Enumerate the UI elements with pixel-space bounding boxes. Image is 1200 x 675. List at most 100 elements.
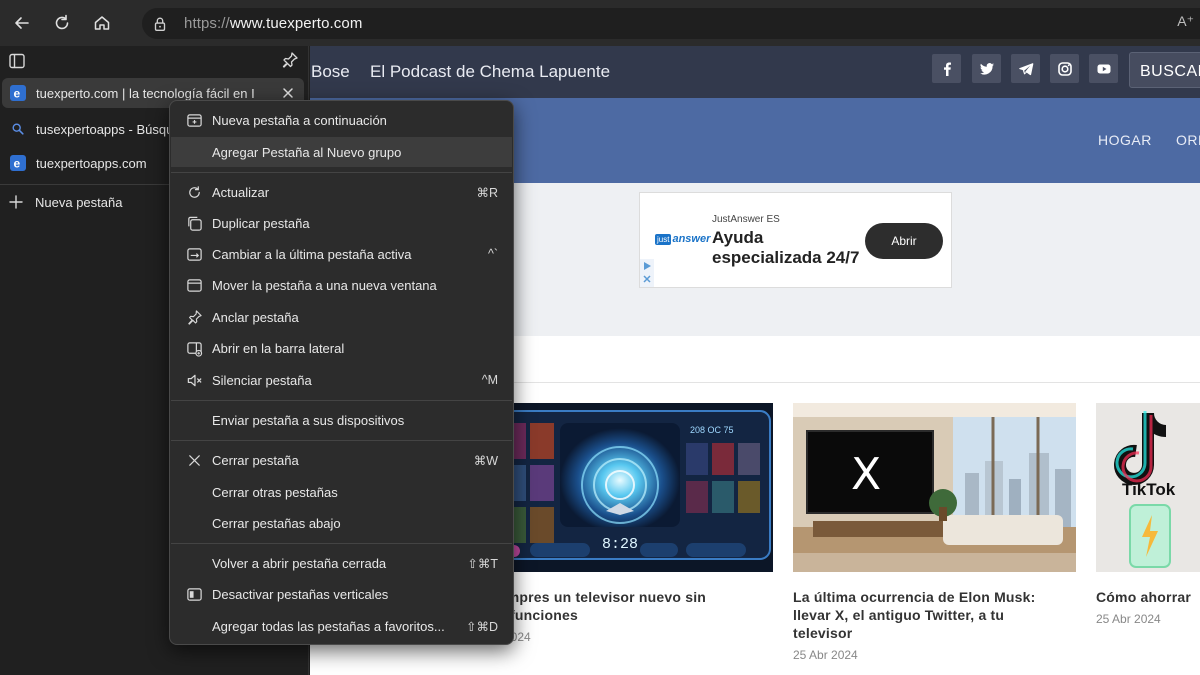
menu-item-shortcut: ^M xyxy=(481,373,498,387)
home-icon xyxy=(94,16,110,30)
pin-icon xyxy=(185,308,203,326)
menu-item-label: Actualizar xyxy=(212,184,270,200)
menu-item-label: Nueva pestaña a continuación xyxy=(212,112,387,128)
article-date: 25 Abr 2024 xyxy=(793,648,858,662)
article-date: br 2024 xyxy=(490,630,531,644)
site-top-bar: Bose El Podcast de Chema Lapuente BUSCAR xyxy=(310,46,1200,98)
sidebar-open-icon xyxy=(185,339,203,357)
duplicate-icon xyxy=(185,214,203,232)
tuexperto-favicon-icon: e xyxy=(10,155,26,171)
article-card[interactable]: 208 OC 75 8:28 compres un televisor nuev… xyxy=(490,403,773,644)
twitter-icon[interactable] xyxy=(972,54,1001,83)
menu-item-label: Duplicar pestaña xyxy=(212,215,310,231)
close-icon xyxy=(185,451,203,469)
justanswer-ad[interactable]: just answer JustAnswer ES Ayuda especiali… xyxy=(639,192,952,288)
svg-text:e: e xyxy=(14,87,21,101)
menu-separator xyxy=(171,172,512,173)
menu-item-pin-tab[interactable]: Anclar pestaña xyxy=(171,302,512,332)
tab-context-menu: Nueva pestaña a continuación Agregar Pes… xyxy=(169,100,514,645)
menu-item-label: Volver a abrir pestaña cerrada xyxy=(212,555,387,571)
menu-item-label: Enviar pestaña a sus dispositivos xyxy=(212,412,405,428)
refresh-icon xyxy=(185,183,203,201)
telegram-icon[interactable] xyxy=(1011,54,1040,83)
instagram-icon[interactable] xyxy=(1050,54,1079,83)
menu-item-add-all-to-favorites[interactable]: Agregar todas las pestañas a favoritos..… xyxy=(171,611,512,641)
new-tab-icon xyxy=(185,111,203,129)
menu-item-move-to-window[interactable]: Mover la pestaña a una nueva ventana xyxy=(171,270,512,300)
menu-item-shortcut: ⇧⌘D xyxy=(465,620,498,634)
menu-item-label: Anclar pestaña xyxy=(212,309,299,325)
adchoices-icon[interactable] xyxy=(640,259,654,287)
new-tab-button[interactable]: Nueva pestaña xyxy=(8,194,122,210)
refresh-icon xyxy=(55,14,69,30)
top-link-bose[interactable]: Bose xyxy=(311,62,350,82)
article-thumbnail[interactable]: TikTok xyxy=(1096,403,1200,572)
thumb-tv-time: 8:28 xyxy=(602,536,638,553)
lock-icon[interactable] xyxy=(146,10,174,38)
menu-item-label: Cambiar a la última pestaña activa xyxy=(212,246,412,262)
menu-item-label: Silenciar pestaña xyxy=(212,372,312,388)
tab-title: tuexperto.com | la tecnología fácil en I… xyxy=(36,85,254,101)
svg-text:e: e xyxy=(14,157,21,171)
ad-open-button[interactable]: Abrir xyxy=(865,223,943,259)
menu-item-label: Agregar Pestaña al Nuevo grupo xyxy=(212,144,402,160)
menu-item-shortcut: ⌘W xyxy=(473,454,498,468)
back-arrow-icon xyxy=(15,17,29,29)
search-favicon-icon xyxy=(10,121,26,137)
ad-headline: Ayuda especializada 24/7 xyxy=(712,228,860,267)
menu-item-shortcut: ⌘R xyxy=(476,186,498,200)
menu-item-close-tabs-below[interactable]: Cerrar pestañas abajo xyxy=(171,508,512,538)
article-thumbnail[interactable]: X xyxy=(793,403,1076,572)
thumb-tv-date: 208 OC 75 xyxy=(690,425,734,435)
article-title[interactable]: La última ocurrencia de Elon Musk: lleva… xyxy=(793,588,1076,642)
menu-item-label: Cerrar pestaña xyxy=(212,452,299,468)
window-icon xyxy=(185,276,203,294)
menu-item-label: Mover la pestaña a una nueva ventana xyxy=(212,277,437,293)
menu-item-label: Cerrar otras pestañas xyxy=(212,484,338,500)
menu-item-switch-last-tab[interactable]: Cambiar a la última pestaña activa ^` xyxy=(171,239,512,269)
vertical-tabs-icon xyxy=(185,585,203,603)
menu-item-open-sidebar[interactable]: Abrir en la barra lateral xyxy=(171,333,512,363)
article-card[interactable]: TikTok Cómo ahorrar 25 Abr 2024 xyxy=(1096,403,1200,626)
url-text[interactable]: https://www.tuexperto.com xyxy=(184,15,362,32)
facebook-icon[interactable] xyxy=(932,54,961,83)
menu-separator xyxy=(171,543,512,544)
top-link-podcast[interactable]: El Podcast de Chema Lapuente xyxy=(370,62,610,82)
menu-item-shortcut: ⇧⌘T xyxy=(467,557,498,571)
tab-actions-icon[interactable] xyxy=(8,52,26,70)
menu-item-close-tab[interactable]: Cerrar pestaña ⌘W xyxy=(171,445,512,475)
menu-separator xyxy=(171,400,512,401)
tuexperto-favicon-icon: e xyxy=(10,85,26,101)
menu-item-add-to-group[interactable]: Agregar Pestaña al Nuevo grupo xyxy=(171,137,512,167)
close-tab-icon[interactable] xyxy=(280,85,296,101)
menu-item-label: Cerrar pestañas abajo xyxy=(212,515,341,531)
browser-toolbar: https://www.tuexperto.com A⁺ xyxy=(0,0,1200,46)
menu-item-reopen-closed-tab[interactable]: Volver a abrir pestaña cerrada ⇧⌘T xyxy=(171,548,512,578)
search-button[interactable]: BUSCAR xyxy=(1129,52,1200,88)
refresh-button[interactable] xyxy=(44,5,80,41)
menu-item-label: Agregar todas las pestañas a favoritos..… xyxy=(212,618,445,634)
menu-item-disable-vertical-tabs[interactable]: Desactivar pestañas verticales xyxy=(171,579,512,609)
nav-link-hogar[interactable]: HOGAR xyxy=(1098,132,1152,148)
nav-link-ord[interactable]: ORD xyxy=(1176,132,1200,148)
menu-item-send-to-devices[interactable]: Enviar pestaña a sus dispositivos xyxy=(171,405,512,435)
menu-item-new-tab-after[interactable]: Nueva pestaña a continuación xyxy=(171,105,512,135)
menu-item-label: Desactivar pestañas verticales xyxy=(212,586,389,602)
menu-item-label: Abrir en la barra lateral xyxy=(212,340,345,356)
plus-icon xyxy=(9,195,23,209)
menu-item-duplicate[interactable]: Duplicar pestaña xyxy=(171,208,512,238)
menu-item-refresh[interactable]: Actualizar ⌘R xyxy=(171,177,512,207)
switch-tab-icon xyxy=(185,245,203,263)
article-thumbnail[interactable]: 208 OC 75 8:28 xyxy=(490,403,773,572)
menu-item-mute-tab[interactable]: Silenciar pestaña ^M xyxy=(171,365,512,395)
youtube-icon[interactable] xyxy=(1089,54,1118,83)
sidebar-header xyxy=(0,46,308,76)
reader-mode-icon[interactable]: A⁺ xyxy=(1177,13,1194,30)
article-title[interactable]: Cómo ahorrar xyxy=(1096,588,1200,606)
address-bar[interactable]: https://www.tuexperto.com A⁺ xyxy=(142,8,1200,39)
menu-item-close-other-tabs[interactable]: Cerrar otras pestañas xyxy=(171,477,512,507)
pin-pane-icon[interactable] xyxy=(280,50,300,70)
article-card[interactable]: X La última ocurrencia de Elon Musk: lle… xyxy=(793,403,1076,662)
home-button[interactable] xyxy=(84,5,120,41)
back-button[interactable] xyxy=(4,5,40,41)
